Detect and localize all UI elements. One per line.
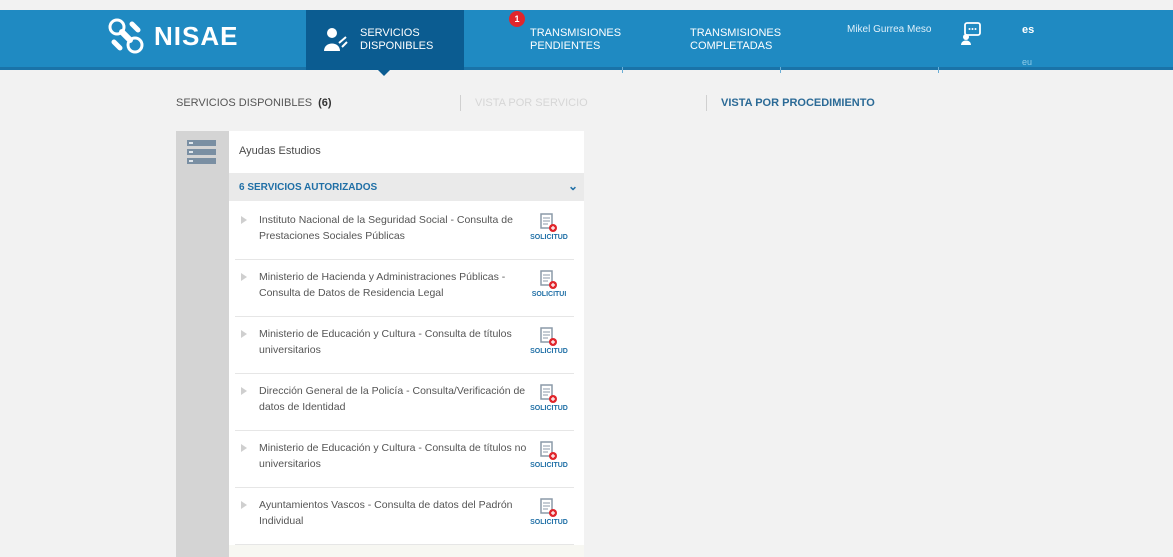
divider bbox=[460, 95, 461, 111]
pending-count-badge: 1 bbox=[509, 11, 525, 27]
request-button[interactable]: SOLICITUD bbox=[524, 441, 574, 469]
tab-pendientes-label: TRANSMISIONES PENDIENTES bbox=[530, 27, 622, 52]
view-by-procedure-link[interactable]: VISTA POR PROCEDIMIENTO bbox=[721, 97, 875, 109]
list-item[interactable]: Dirección General de la Policía - Consul… bbox=[235, 374, 574, 431]
panel-footer bbox=[229, 545, 584, 557]
brand-name: NISAE bbox=[154, 20, 239, 51]
service-name: Instituto Nacional de la Seguridad Socia… bbox=[259, 214, 513, 242]
request-document-icon bbox=[540, 270, 557, 289]
group-title: Ayudas Estudios bbox=[239, 145, 321, 157]
request-document-icon bbox=[540, 498, 557, 517]
service-name: Ministerio de Educación y Cultura - Cons… bbox=[259, 328, 512, 356]
request-label: SOLICITUD bbox=[530, 519, 568, 526]
list-item[interactable]: Instituto Nacional de la Seguridad Socia… bbox=[235, 203, 574, 260]
expand-arrow-icon[interactable] bbox=[241, 216, 247, 224]
service-count: (6) bbox=[318, 97, 332, 109]
divider bbox=[622, 67, 623, 73]
tab-completadas-label: TRANSMISIONES COMPLETADAS bbox=[690, 27, 782, 52]
authorized-services-label: 6 SERVICIOS AUTORIZADOS bbox=[239, 181, 378, 193]
service-name: Ministerio de Hacienda y Administracione… bbox=[259, 271, 506, 299]
request-button[interactable]: SOLICITUD bbox=[524, 498, 574, 526]
list-item[interactable]: Ministerio de Educación y Cultura - Cons… bbox=[235, 317, 574, 374]
list-item[interactable]: Ministerio de Educación y Cultura - Cons… bbox=[235, 431, 574, 488]
divider bbox=[780, 67, 781, 73]
user-services-icon bbox=[324, 28, 348, 51]
request-button[interactable]: SOLICITUD bbox=[524, 213, 574, 241]
top-header: NISAE SERVICIOS DISPONIBLES 1 TRANSMISIO… bbox=[0, 10, 1173, 76]
service-name: Dirección General de la Policía - Consul… bbox=[259, 385, 526, 413]
divider bbox=[938, 67, 939, 73]
request-button[interactable]: SOLICITUD bbox=[524, 384, 574, 412]
request-label: SOLICITUD bbox=[530, 348, 568, 355]
list-item[interactable]: Ayuntamientos Vascos - Consulta de datos… bbox=[235, 488, 574, 545]
panel-content: Ayudas Estudios 6 SERVICIOS AUTORIZADOS … bbox=[229, 131, 584, 557]
view-by-service-link[interactable]: VISTA POR SERVICIO bbox=[475, 97, 588, 109]
language-es[interactable]: es bbox=[1022, 24, 1034, 36]
request-label: SOLICITUD bbox=[530, 234, 568, 241]
request-label: SOLICITUI bbox=[531, 291, 567, 298]
expand-arrow-icon[interactable] bbox=[241, 273, 247, 281]
list-item[interactable]: Ministerio de Hacienda y Administracione… bbox=[235, 260, 574, 317]
tab-servicios-disponibles[interactable]: SERVICIOS DISPONIBLES bbox=[306, 10, 464, 76]
chevron-down-icon[interactable]: ⌄ bbox=[568, 179, 578, 193]
request-label: SOLICITUD bbox=[530, 462, 568, 469]
tab-transmisiones-pendientes[interactable]: 1 TRANSMISIONES PENDIENTES bbox=[509, 10, 625, 70]
service-list: Instituto Nacional de la Seguridad Socia… bbox=[229, 203, 584, 545]
user-name[interactable]: Mikel Gurrea Meso bbox=[847, 24, 931, 35]
expand-arrow-icon[interactable] bbox=[241, 501, 247, 509]
divider bbox=[706, 95, 707, 111]
request-document-icon bbox=[540, 327, 557, 346]
section-title: SERVICIOS DISPONIBLES (6) bbox=[176, 97, 332, 109]
service-name: Ayuntamientos Vascos - Consulta de datos… bbox=[259, 499, 513, 527]
panel-sidebar bbox=[176, 131, 229, 557]
section-title-label: SERVICIOS DISPONIBLES bbox=[176, 97, 313, 109]
expand-arrow-icon[interactable] bbox=[241, 387, 247, 395]
logo[interactable]: NISAE bbox=[108, 18, 238, 54]
view-bar: SERVICIOS DISPONIBLES (6) VISTA POR SERVI… bbox=[0, 95, 1173, 111]
request-label: SOLICITUD bbox=[530, 405, 568, 412]
language-eu[interactable]: eu bbox=[1022, 57, 1032, 67]
support-button[interactable] bbox=[960, 22, 982, 51]
request-button[interactable]: SOLICITUD bbox=[524, 327, 574, 355]
puzzle-logo-icon bbox=[108, 18, 144, 54]
request-document-icon bbox=[540, 441, 557, 460]
request-document-icon bbox=[540, 384, 557, 403]
tab-transmisiones-completadas[interactable]: TRANSMISIONES COMPLETADAS bbox=[690, 10, 782, 70]
service-name: Ministerio de Educación y Cultura - Cons… bbox=[259, 442, 527, 470]
tab-servicios-label: SERVICIOS DISPONIBLES bbox=[360, 27, 434, 52]
expand-arrow-icon[interactable] bbox=[241, 330, 247, 338]
authorized-services-toggle[interactable]: 6 SERVICIOS AUTORIZADOS ⌄ bbox=[229, 173, 584, 201]
support-chat-icon bbox=[961, 22, 981, 45]
request-document-icon bbox=[540, 213, 557, 232]
expand-arrow-icon[interactable] bbox=[241, 444, 247, 452]
services-panel: Ayudas Estudios 6 SERVICIOS AUTORIZADOS … bbox=[176, 131, 584, 557]
request-button[interactable]: SOLICITUI bbox=[524, 270, 574, 298]
list-grid-icon bbox=[187, 140, 216, 164]
